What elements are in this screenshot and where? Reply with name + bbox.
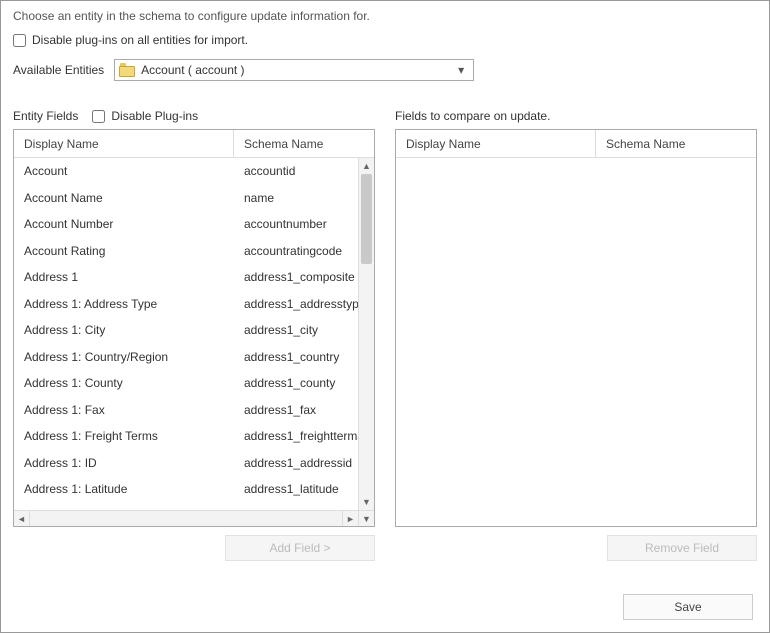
table-row[interactable]: Account Numberaccountnumber — [14, 211, 358, 238]
scroll-thumb[interactable] — [361, 174, 372, 264]
cell-display-name: Address 1: Address Type — [14, 297, 234, 311]
entity-fields-list: Display Name Schema Name Accountaccounti… — [13, 129, 375, 527]
add-field-row: Add Field > — [13, 535, 375, 561]
cell-display-name: Account Name — [14, 191, 234, 205]
table-row[interactable]: Address 1: Faxaddress1_fax — [14, 397, 358, 424]
cell-display-name: Address 1: County — [14, 376, 234, 390]
table-row[interactable]: Address 1: Address Typeaddress1_addresst… — [14, 291, 358, 318]
available-entities-row: Available Entities Account ( account ) ▾ — [13, 59, 757, 81]
chevron-down-icon: ▾ — [453, 63, 469, 77]
scroll-right-icon[interactable]: ► — [342, 511, 358, 526]
vertical-scrollbar[interactable]: ▲ ▼ — [358, 158, 374, 510]
cell-display-name: Address 1: Country/Region — [14, 350, 234, 364]
scroll-up-icon[interactable]: ▲ — [359, 158, 374, 174]
cell-schema-name: address1_addressid — [234, 456, 358, 470]
table-row[interactable]: Account Namename — [14, 185, 358, 212]
remove-field-row: Remove Field — [395, 535, 757, 561]
table-row[interactable]: Account Ratingaccountratingcode — [14, 238, 358, 265]
available-entities-label: Available Entities — [13, 63, 104, 77]
compare-fields-list: Display Name Schema Name — [395, 129, 757, 527]
cell-display-name: Address 1 — [14, 270, 234, 284]
save-button[interactable]: Save — [623, 594, 753, 620]
compare-fields-column: Fields to compare on update. Display Nam… — [395, 109, 757, 561]
table-row[interactable]: Address 1: Freight Termsaddress1_freight… — [14, 423, 358, 450]
header-display-name[interactable]: Display Name — [14, 130, 234, 157]
cell-schema-name: accountratingcode — [234, 244, 358, 258]
cell-schema-name: address1_country — [234, 350, 358, 364]
cell-display-name: Account Number — [14, 217, 234, 231]
horizontal-scrollbar[interactable]: ◄ ► ▼ — [14, 510, 374, 526]
compare-fields-list-header: Display Name Schema Name — [396, 130, 756, 158]
cell-schema-name: address1_freighttermscode — [234, 429, 358, 443]
cell-schema-name: name — [234, 191, 358, 205]
disable-all-label: Disable plug-ins on all entities for imp… — [32, 33, 248, 47]
table-row[interactable]: Address 1: Latitudeaddress1_latitude — [14, 476, 358, 503]
instruction-text: Choose an entity in the schema to config… — [13, 9, 757, 23]
disable-all-row: Disable plug-ins on all entities for imp… — [13, 33, 757, 47]
hscroll-track[interactable] — [30, 511, 342, 526]
table-row[interactable]: Address 1: Countyaddress1_county — [14, 370, 358, 397]
scroll-down-icon[interactable]: ▼ — [359, 494, 374, 510]
table-row[interactable]: Address 1: IDaddress1_addressid — [14, 450, 358, 477]
folder-icon — [119, 63, 135, 77]
config-window: Choose an entity in the schema to config… — [0, 0, 770, 633]
entity-fields-header: Entity Fields Disable Plug-ins — [13, 109, 375, 123]
scroll-corner-down-icon[interactable]: ▼ — [358, 511, 374, 526]
entity-combobox-value: Account ( account ) — [141, 63, 453, 77]
cell-display-name: Account — [14, 164, 234, 178]
save-row: Save — [623, 594, 753, 620]
cell-schema-name: accountid — [234, 164, 358, 178]
cell-display-name: Account Rating — [14, 244, 234, 258]
header-display-name[interactable]: Display Name — [396, 130, 596, 157]
entity-fields-column: Entity Fields Disable Plug-ins Display N… — [13, 109, 375, 561]
disable-plugins-label: Disable Plug-ins — [111, 109, 198, 123]
compare-fields-list-body[interactable] — [396, 158, 756, 526]
cell-schema-name: address1_composite — [234, 270, 358, 284]
compare-fields-title: Fields to compare on update. — [395, 109, 550, 123]
header-schema-name[interactable]: Schema Name — [234, 130, 374, 157]
cell-display-name: Address 1: Fax — [14, 403, 234, 417]
entity-combobox[interactable]: Account ( account ) ▾ — [114, 59, 474, 81]
cell-schema-name: accountnumber — [234, 217, 358, 231]
cell-display-name: Address 1: City — [14, 323, 234, 337]
header-schema-name[interactable]: Schema Name — [596, 130, 756, 157]
scroll-track[interactable] — [359, 174, 374, 494]
entity-fields-title: Entity Fields — [13, 109, 78, 123]
cell-schema-name: address1_county — [234, 376, 358, 390]
entity-fields-list-header: Display Name Schema Name — [14, 130, 374, 158]
cell-display-name: Address 1: Freight Terms — [14, 429, 234, 443]
cell-schema-name: address1_city — [234, 323, 358, 337]
table-row[interactable]: Address 1: Country/Regionaddress1_countr… — [14, 344, 358, 371]
cell-display-name: Address 1: ID — [14, 456, 234, 470]
disable-all-checkbox[interactable] — [13, 34, 26, 47]
entity-fields-list-body: AccountaccountidAccount NamenameAccount … — [14, 158, 374, 510]
disable-plugins-checkbox[interactable] — [92, 110, 105, 123]
table-row[interactable]: Accountaccountid — [14, 158, 358, 185]
scroll-left-icon[interactable]: ◄ — [14, 511, 30, 526]
compare-fields-header: Fields to compare on update. — [395, 109, 757, 123]
cell-schema-name: address1_latitude — [234, 482, 358, 496]
cell-schema-name: address1_fax — [234, 403, 358, 417]
table-row[interactable]: Address 1address1_composite — [14, 264, 358, 291]
table-row[interactable]: Address 1: Cityaddress1_city — [14, 317, 358, 344]
remove-field-button[interactable]: Remove Field — [607, 535, 757, 561]
add-field-button[interactable]: Add Field > — [225, 535, 375, 561]
cell-schema-name: address1_addresstypecode — [234, 297, 358, 311]
cell-display-name: Address 1: Latitude — [14, 482, 234, 496]
columns: Entity Fields Disable Plug-ins Display N… — [13, 109, 757, 561]
